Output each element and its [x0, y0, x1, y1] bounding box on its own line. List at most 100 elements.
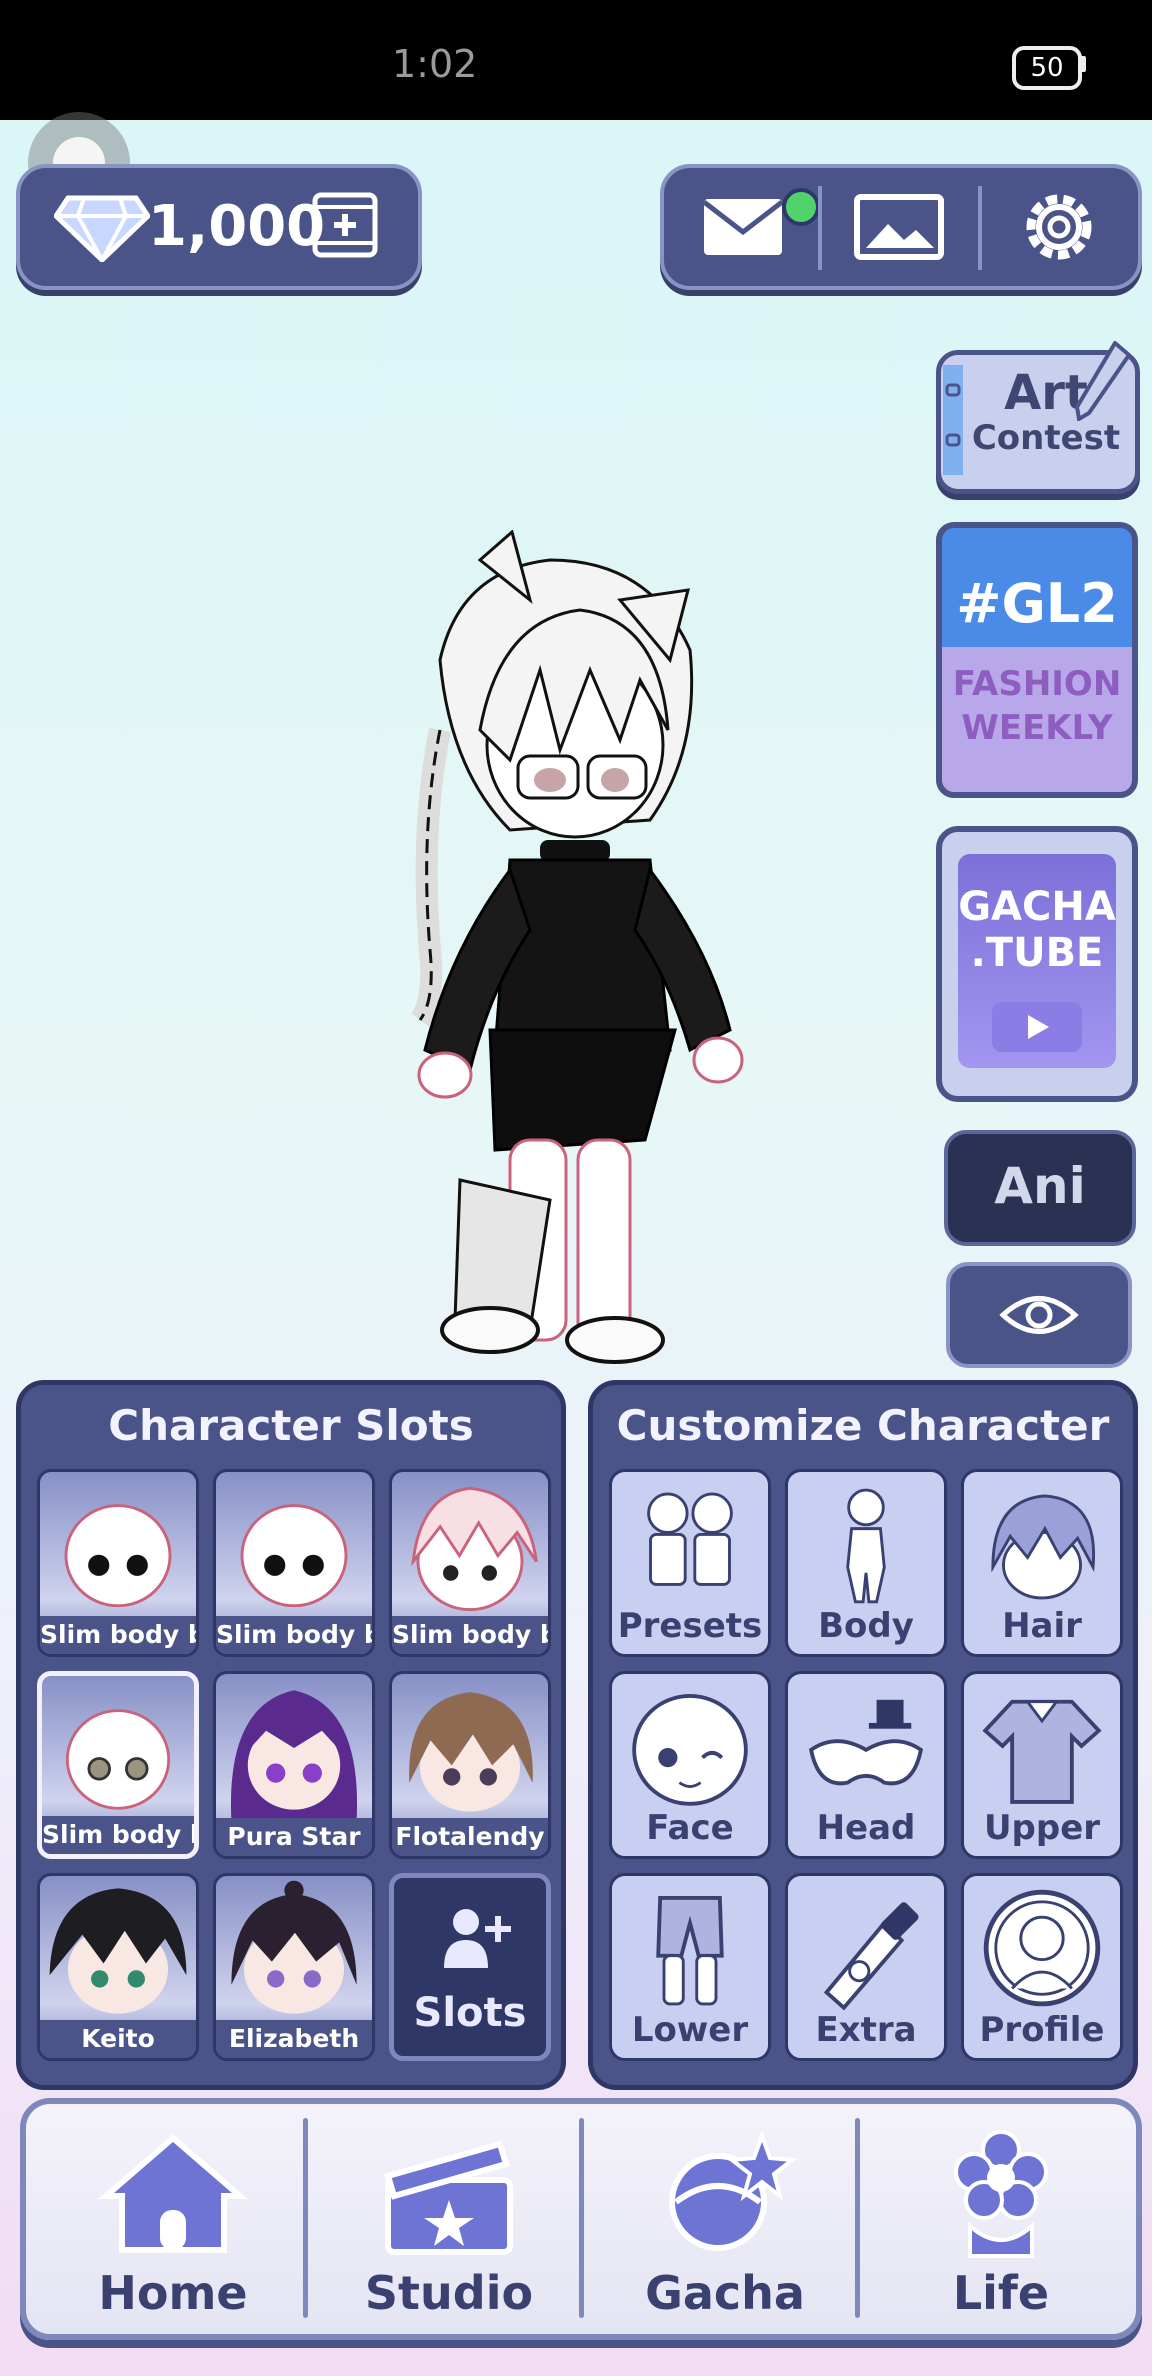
customize-extra[interactable]: Extra	[785, 1873, 947, 2061]
nav-label: Studio	[364, 2266, 534, 2320]
slot-label: Pura Star	[216, 1818, 372, 1856]
separator	[303, 2118, 308, 2318]
customize-label: Profile	[979, 2010, 1105, 2050]
customize-lower[interactable]: Lower	[609, 1873, 771, 2061]
top-toolbar	[660, 164, 1142, 290]
gacha-tube-button[interactable]: GACHA .TUBE	[936, 826, 1138, 1102]
separator	[579, 2118, 584, 2318]
extra-icon	[823, 1902, 919, 2011]
fashion-line1: FASHION	[952, 664, 1122, 704]
character-avatar	[409, 1692, 533, 1812]
character-slots-panel: Character Slots Slim body bas Slim body …	[16, 1380, 566, 2090]
customize-label: Hair	[1002, 1606, 1082, 1646]
customize-hair[interactable]: Hair	[961, 1469, 1123, 1657]
slot-label: Slim body bas	[216, 1616, 372, 1654]
body-icon	[846, 1488, 886, 1604]
customize-profile[interactable]: Profile	[961, 1873, 1123, 2061]
add-user-icon	[444, 1909, 511, 1968]
slot-label: Slim body bas	[392, 1616, 548, 1654]
character-slot[interactable]: Keito	[37, 1873, 199, 2061]
notebook-icon	[943, 365, 963, 475]
art-contest-button[interactable]: Art Contest	[936, 341, 1140, 494]
character-slot-selected[interactable]: Slim body bas	[37, 1671, 199, 1859]
nav-studio[interactable]: Studio	[312, 2114, 586, 2324]
home-icon	[98, 2134, 248, 2253]
battery-indicator: 50	[1012, 46, 1082, 90]
character-slot[interactable]: Pura Star	[213, 1671, 375, 1859]
customize-character-title: Customize Character	[616, 1401, 1110, 1450]
add-slots-button[interactable]: Slots	[389, 1873, 551, 2061]
tube-line1: GACHA	[958, 884, 1116, 930]
customize-face[interactable]: Face	[609, 1671, 771, 1859]
flower-icon	[954, 2130, 1048, 2258]
settings-button[interactable]	[994, 182, 1124, 272]
nav-label: Life	[952, 2266, 1050, 2320]
customize-label: Lower	[631, 2010, 749, 2050]
customize-presets[interactable]: Presets	[609, 1469, 771, 1657]
ani-button[interactable]: Ani	[944, 1130, 1136, 1246]
diamond-icon	[54, 195, 150, 262]
head-icon	[808, 1699, 924, 1786]
separator	[855, 2118, 860, 2318]
customize-body[interactable]: Body	[785, 1469, 947, 1657]
eye-icon	[999, 1296, 1079, 1334]
character-avatar	[64, 1504, 172, 1608]
character-slot[interactable]: Slim body bas	[389, 1469, 551, 1657]
character-avatar	[411, 1486, 538, 1612]
character-slot[interactable]: Slim body bas	[37, 1469, 199, 1657]
currency-value: 1,000	[148, 194, 326, 259]
separator	[818, 186, 822, 270]
character-slot[interactable]: Slim body bas	[213, 1469, 375, 1657]
character-avatar	[240, 1504, 348, 1608]
mail-icon	[702, 199, 784, 255]
bottom-navigation: Home Studio Gacha Life	[20, 2098, 1142, 2340]
slot-label: Slim body bas	[40, 1616, 196, 1654]
gear-icon	[1026, 194, 1092, 260]
visibility-toggle[interactable]	[946, 1262, 1132, 1368]
currency-display: 1,000	[16, 164, 422, 290]
nav-gacha[interactable]: Gacha	[588, 2114, 862, 2324]
slot-label: Flotalendy	[392, 1818, 548, 1856]
gallery-icon	[854, 194, 944, 260]
customize-label: Presets	[617, 1606, 763, 1646]
slot-label: Slim body bas	[42, 1816, 194, 1854]
battery-nub	[1080, 56, 1086, 72]
character-preview[interactable]	[400, 530, 760, 1380]
customize-upper[interactable]: Upper	[961, 1671, 1123, 1859]
fashion-line2: WEEKLY	[961, 708, 1113, 749]
gallery-button[interactable]	[834, 182, 964, 272]
character-avatar	[65, 1709, 171, 1810]
fashion-label: FASHION WEEKLY	[942, 662, 1132, 750]
face-icon	[632, 1694, 748, 1806]
nav-label: Gacha	[645, 2266, 805, 2320]
character-slot[interactable]: Flotalendy	[389, 1671, 551, 1859]
customize-label: Face	[646, 1808, 734, 1848]
customize-grid: Presets Body Hair Face Head Upper Lower …	[609, 1469, 1123, 2061]
mail-button[interactable]	[678, 182, 820, 272]
character-avatar	[230, 1690, 358, 1822]
character-avatar	[231, 1880, 357, 2014]
add-slots-label: Slots	[413, 1990, 527, 2036]
lower-icon	[656, 1896, 724, 2006]
art-contest-line2: Contest	[971, 417, 1121, 458]
status-bar: 1:02 50	[0, 0, 1152, 120]
customize-label: Extra	[815, 2010, 917, 2050]
nav-life[interactable]: Life	[864, 2114, 1138, 2324]
character-slots-grid: Slim body bas Slim body bas Slim body ba…	[37, 1469, 551, 2061]
slot-label: Keito	[40, 2020, 196, 2058]
customize-label: Head	[816, 1808, 916, 1848]
nav-label: Home	[98, 2266, 248, 2320]
hair-icon	[991, 1494, 1096, 1600]
character-avatar	[49, 1888, 187, 2014]
status-time: 1:02	[392, 42, 478, 86]
customize-head[interactable]: Head	[785, 1671, 947, 1859]
gacha-icon	[669, 2130, 798, 2251]
nav-home[interactable]: Home	[36, 2114, 310, 2324]
watch-ad-icon[interactable]	[312, 192, 378, 258]
customize-label: Body	[818, 1606, 914, 1646]
customize-character-panel: Customize Character Presets Body Hair Fa…	[588, 1380, 1138, 2090]
fashion-weekly-button[interactable]: #GL2 FASHION WEEKLY	[936, 522, 1138, 798]
notification-dot	[782, 188, 820, 226]
character-slot[interactable]: Elizabeth	[213, 1873, 375, 2061]
tube-line2: .TUBE	[970, 930, 1104, 976]
